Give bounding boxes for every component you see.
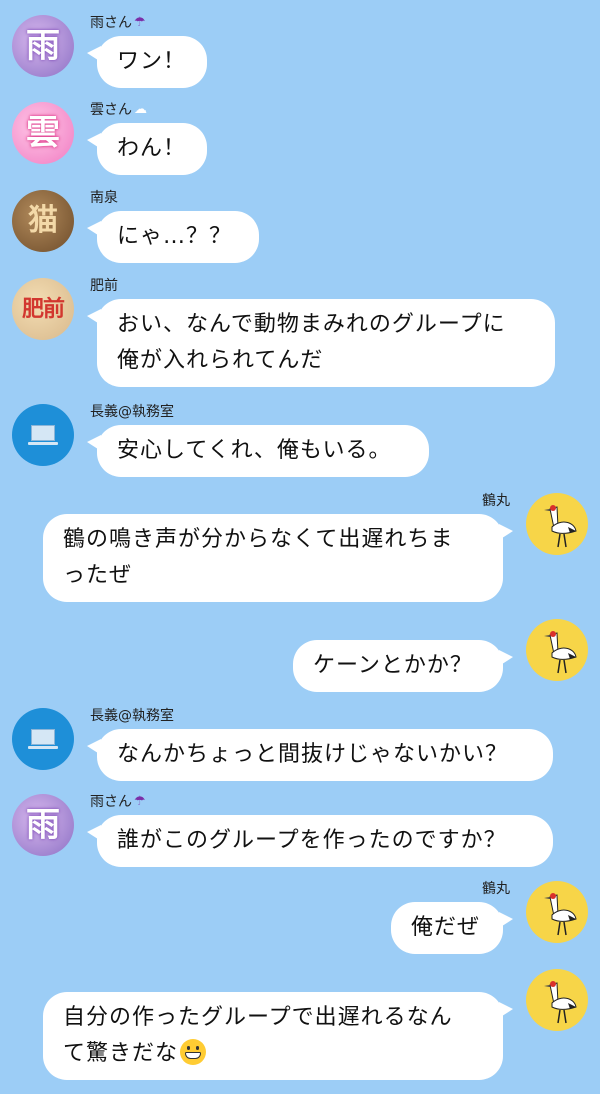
message-bubble[interactable]: 誰がこのグループを作ったのですか？ <box>87 815 553 867</box>
message-text-line: 鶴の鳴き声が分からなくて出遅れちま <box>63 527 454 552</box>
message-text: なんかちょっと間抜けじゃないかい？ <box>117 742 509 767</box>
umbrella-icon: ☂ <box>134 15 146 30</box>
message-text: ケーンとかか？ <box>313 653 473 678</box>
message-text-line: おい、なんで動物まみれのグループに <box>117 312 506 337</box>
chat-message: 長義@執務室 安心してくれ、俺もいる。 <box>0 403 600 483</box>
chat-message: 鶴丸 鶴の鳴き声が分からなくて出遅れちま ったぜ <box>0 492 600 612</box>
sender-name: 鶴丸 <box>482 878 510 898</box>
chat-message: 長義@執務室 なんかちょっと間抜けじゃないかい？ <box>0 707 600 787</box>
message-text-line: 俺が入れられてんだ <box>117 348 324 373</box>
chat-message: 雨 雨さん ☂ 誰がこのグループを作ったのですか？ <box>0 793 600 873</box>
message-text-line-with-emoji: て驚きだな <box>63 1036 483 1072</box>
avatar-label: 雨 <box>26 26 60 66</box>
avatar[interactable] <box>12 404 74 466</box>
umbrella-icon: ☂ <box>134 794 146 809</box>
avatar-label: 肥前 <box>21 296 65 322</box>
message-text-line: 自分の作ったグループで出遅れるなん <box>63 1005 453 1030</box>
avatar-label: 雨 <box>26 805 60 845</box>
avatar[interactable] <box>12 708 74 770</box>
sender-name-text: 鶴丸 <box>482 493 510 509</box>
message-bubble[interactable]: なんかちょっと間抜けじゃないかい？ <box>87 729 553 781</box>
sender-name-text: 南泉 <box>90 190 118 206</box>
message-text: 誰がこのグループを作ったのですか？ <box>117 828 507 853</box>
sender-name-text: 長義@執務室 <box>90 708 174 724</box>
avatar-label: 雲 <box>26 113 60 153</box>
sender-name-text: 鶴丸 <box>482 881 510 897</box>
avatar[interactable]: 雲 <box>12 102 74 164</box>
message-text: にゃ…？？ <box>117 224 233 249</box>
chat-message: 雨 雨さん ☂ ワン！ <box>0 14 600 94</box>
sender-name: 南泉 <box>90 187 118 207</box>
message-text: 俺だぜ <box>411 915 481 940</box>
message-bubble[interactable]: 安心してくれ、俺もいる。 <box>87 425 429 477</box>
grinning-face-emoji <box>180 1039 207 1065</box>
crane-icon <box>544 631 577 674</box>
sender-name: 長義@執務室 <box>90 401 174 421</box>
avatar[interactable]: 雨 <box>12 794 74 856</box>
chat-message: 鶴丸 俺だぜ <box>0 880 600 960</box>
crane-icon <box>544 505 577 548</box>
avatar-label: 猫 <box>28 203 58 238</box>
sender-name: 雨さん ☂ <box>90 12 146 32</box>
message-bubble[interactable]: 自分の作ったグループで出遅れるなん て驚きだな <box>43 992 513 1080</box>
message-bubble[interactable]: おい、なんで動物まみれのグループに 俺が入れられてんだ <box>87 299 555 387</box>
chat-message: 雲 雲さん ☁ わん！ <box>0 101 600 181</box>
chat-message: 肥前 肥前 おい、なんで動物まみれのグループに 俺が入れられてんだ <box>0 277 600 397</box>
message-bubble[interactable]: 俺だぜ <box>391 902 513 954</box>
sender-name: 雲さん ☁ <box>90 99 147 119</box>
message-text: ワン！ <box>117 49 187 74</box>
avatar[interactable] <box>526 619 588 681</box>
chat-message: 猫 南泉 にゃ…？？ <box>0 189 600 269</box>
crane-icon <box>544 893 577 936</box>
message-text: わん！ <box>117 136 187 161</box>
message-bubble[interactable]: わん！ <box>87 123 207 175</box>
message-bubble[interactable]: ワン！ <box>87 36 207 88</box>
avatar[interactable] <box>526 493 588 555</box>
avatar[interactable]: 雨 <box>12 15 74 77</box>
sender-name-text: 雲さん <box>90 102 132 118</box>
laptop-icon <box>28 425 58 445</box>
message-text-line: て驚きだな <box>63 1041 179 1066</box>
sender-name-text: 雨さん <box>90 15 132 31</box>
laptop-icon <box>28 729 58 749</box>
chat-log: 雨 雨さん ☂ ワン！ 雲 雲さん ☁ わん！ 猫 南泉 にゃ…？？ 肥前 肥前… <box>0 0 600 1094</box>
message-text: 安心してくれ、俺もいる。 <box>117 438 392 463</box>
avatar[interactable]: 猫 <box>12 190 74 252</box>
message-text-line: ったぜ <box>63 563 133 588</box>
chat-message: ケーンとかか？ <box>0 618 600 698</box>
sender-name: 肥前 <box>90 275 118 295</box>
crane-icon <box>544 981 577 1024</box>
sender-name-text: 雨さん <box>90 794 132 810</box>
avatar[interactable] <box>526 881 588 943</box>
sender-name: 長義@執務室 <box>90 705 174 725</box>
sender-name-text: 肥前 <box>90 278 118 294</box>
message-bubble[interactable]: にゃ…？？ <box>87 211 259 263</box>
sender-name: 鶴丸 <box>482 490 510 510</box>
cloud-icon: ☁ <box>134 102 147 117</box>
avatar[interactable] <box>526 969 588 1031</box>
sender-name: 雨さん ☂ <box>90 791 146 811</box>
avatar[interactable]: 肥前 <box>12 278 74 340</box>
chat-message: 自分の作ったグループで出遅れるなん て驚きだな <box>0 968 600 1088</box>
message-bubble[interactable]: 鶴の鳴き声が分からなくて出遅れちま ったぜ <box>43 514 513 602</box>
sender-name-text: 長義@執務室 <box>90 404 174 420</box>
message-bubble[interactable]: ケーンとかか？ <box>293 640 513 692</box>
